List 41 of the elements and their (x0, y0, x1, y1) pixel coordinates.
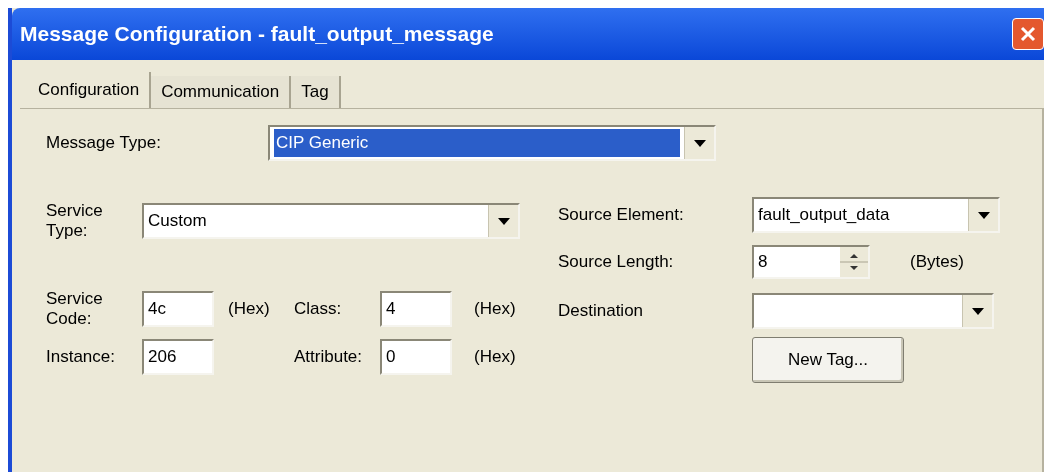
field-label: Source Length: (558, 252, 675, 272)
field-label: Message Type: (46, 133, 162, 153)
input-field[interactable]: 4 (380, 291, 452, 327)
spin-arrows-icon[interactable] (840, 247, 868, 277)
dropdown-field[interactable]: fault_output_data (752, 197, 1000, 233)
close-button[interactable] (1012, 18, 1044, 50)
input-field[interactable]: 206 (142, 339, 214, 375)
field-label: Service Code: (46, 289, 104, 329)
tab[interactable]: Tag (291, 76, 341, 108)
input-field[interactable]: 0 (380, 339, 452, 375)
tab[interactable]: Communication (151, 76, 292, 108)
window-title: Message Configuration - fault_output_message (20, 21, 495, 48)
field-label: Destination (558, 301, 645, 321)
dropdown-field[interactable]: CIP Generic (268, 125, 716, 161)
field-label: Instance: (46, 347, 116, 367)
field-label: Attribute: (294, 347, 364, 367)
input-field[interactable]: 4c (142, 291, 214, 327)
dropdown-value: fault_output_data (758, 204, 890, 227)
dropdown-button[interactable] (684, 127, 714, 159)
dropdown-field[interactable] (752, 293, 994, 329)
dropdown-button[interactable] (968, 199, 998, 231)
new-tag-button[interactable]: New Tag... (752, 337, 904, 383)
caret-icon (977, 211, 990, 219)
unit-label: (Bytes) (910, 252, 964, 272)
field-label: Service Type: (46, 201, 104, 241)
field-label: Source Element: (558, 205, 685, 225)
spinner-field[interactable]: 8 (752, 245, 870, 279)
caret-icon (497, 217, 510, 225)
spinner-value: 8 (758, 251, 769, 274)
caret-icon (971, 307, 984, 315)
caret-icon (693, 139, 706, 147)
unit-label: (Hex) (474, 299, 516, 319)
close-icon (1020, 26, 1036, 42)
unit-label: (Hex) (474, 347, 516, 367)
dropdown-button[interactable] (488, 205, 518, 237)
unit-label: (Hex) (228, 299, 270, 319)
dropdown-field[interactable]: Custom (142, 203, 520, 239)
dropdown-value: CIP Generic (274, 129, 680, 157)
dropdown-value: Custom (148, 210, 207, 233)
dropdown-button[interactable] (962, 295, 992, 327)
field-label: Class: (294, 299, 343, 319)
